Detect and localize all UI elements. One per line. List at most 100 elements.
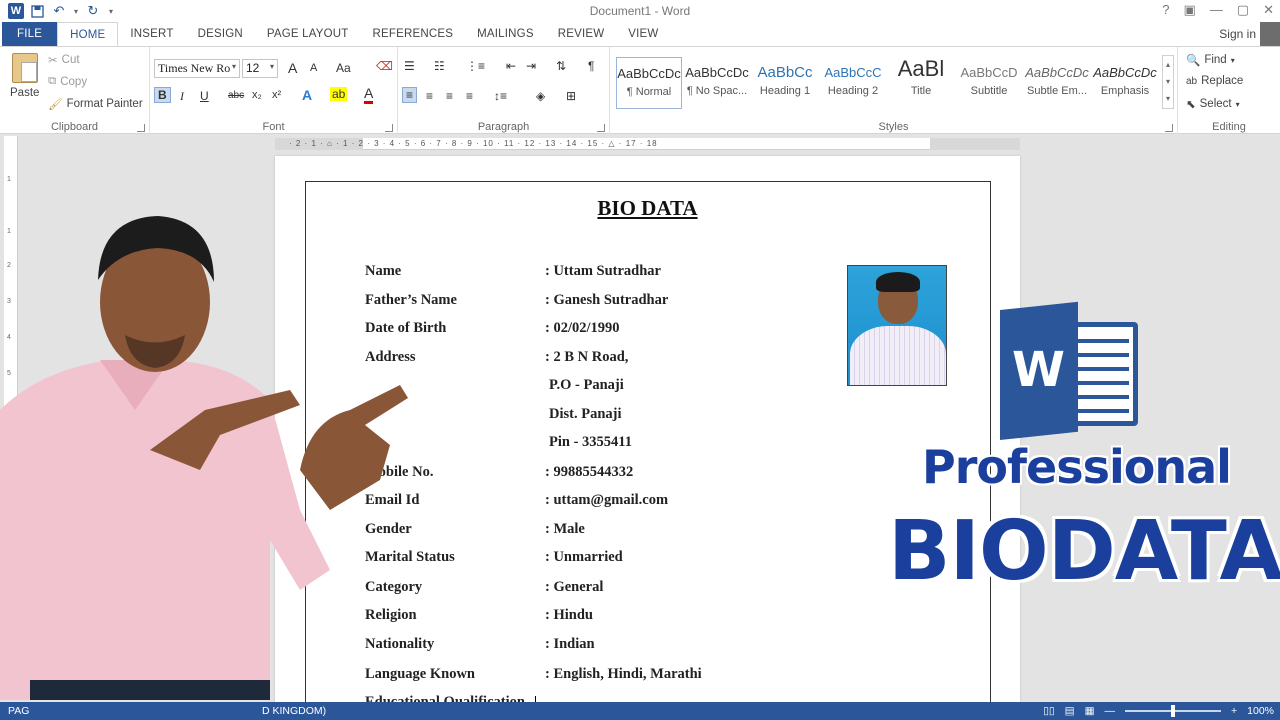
style-no-spacing[interactable]: AaBbCcDc ¶ No Spac... — [684, 57, 750, 109]
line-spacing-icon[interactable]: ↕≡ — [494, 89, 507, 103]
tab-mailings[interactable]: MAILINGS — [465, 22, 546, 46]
styles-scroll[interactable]: ▴ ▾ ▾ — [1162, 55, 1174, 109]
tab-view[interactable]: VIEW — [616, 22, 670, 46]
font-size-select[interactable]: 12 ▾ — [242, 59, 278, 78]
save-icon[interactable] — [28, 3, 46, 19]
text-effects-icon[interactable]: A — [302, 87, 312, 103]
style-title[interactable]: AaBl Title — [888, 57, 954, 109]
print-layout-icon[interactable]: ▤ — [1065, 705, 1075, 717]
page-indicator[interactable]: PAG — [8, 705, 29, 717]
style-heading-1[interactable]: AaBbCc Heading 1 — [752, 57, 818, 109]
sign-in-link[interactable]: Sign in — [1219, 27, 1256, 41]
copy-button[interactable]: ⧉ Copy — [48, 75, 87, 88]
brush-icon: 🖌 — [48, 99, 63, 111]
font-color-button[interactable]: A — [364, 85, 374, 104]
scissors-icon: ✂ — [48, 55, 58, 67]
font-name-select[interactable]: Times New Ro ▾ — [154, 59, 240, 78]
minimize-icon[interactable]: — — [1210, 2, 1223, 18]
clipboard-launcher-icon[interactable] — [137, 124, 145, 132]
ribbon-display-icon[interactable]: ▣ — [1184, 2, 1196, 18]
numbering-icon[interactable]: ☷ — [434, 59, 445, 73]
subscript-button[interactable]: x₂ — [252, 89, 262, 101]
style-subtitle[interactable]: AaBbCcD Subtitle — [956, 57, 1022, 109]
style-heading-2[interactable]: AaBbCcC Heading 2 — [820, 57, 886, 109]
zoom-slider[interactable] — [1125, 705, 1221, 717]
field-value: : Indian — [545, 636, 595, 652]
show-marks-icon[interactable]: ¶ — [588, 59, 594, 73]
strikethrough-button[interactable]: abc — [228, 90, 244, 101]
undo-dropdown-icon[interactable]: ▾ — [72, 3, 80, 19]
tab-home[interactable]: HOME — [57, 22, 119, 46]
field-value: : Male — [545, 521, 585, 537]
paragraph-launcher-icon[interactable] — [597, 124, 605, 132]
replace-button[interactable]: ab Replace — [1186, 75, 1243, 87]
italic-button[interactable]: I — [180, 89, 184, 104]
zoom-level[interactable]: 100% — [1247, 705, 1274, 717]
underline-button[interactable]: U — [200, 89, 209, 103]
zoom-out-icon[interactable]: — — [1105, 705, 1116, 717]
window-title: Document1 - Word — [589, 4, 691, 18]
paste-button[interactable]: Paste — [10, 87, 39, 99]
style-subtle-emphasis[interactable]: AaBbCcDc Subtle Em... — [1024, 57, 1090, 109]
belt-shape — [30, 680, 270, 700]
tab-file[interactable]: FILE — [2, 22, 58, 46]
tab-review[interactable]: REVIEW — [546, 22, 617, 46]
tab-page-layout[interactable]: PAGE LAYOUT — [255, 22, 361, 46]
shading-icon[interactable]: ◈ — [536, 89, 545, 103]
close-icon[interactable]: ✕ — [1263, 2, 1274, 18]
horizontal-ruler: · 2 · 1 · ⌂ · 1 · 2 · 3 · 4 · 5 · 6 · 7 … — [275, 138, 1020, 150]
align-right-icon[interactable]: ≡ — [446, 89, 453, 103]
web-layout-icon[interactable]: ▦ — [1085, 705, 1095, 717]
maximize-icon[interactable]: ▢ — [1237, 2, 1249, 18]
help-icon[interactable]: ? — [1162, 2, 1169, 18]
account-avatar[interactable] — [1260, 22, 1280, 46]
align-left-icon[interactable]: ≡ — [402, 87, 418, 103]
paste-icon[interactable] — [12, 53, 38, 83]
bold-button[interactable]: B — [154, 87, 171, 103]
bullets-icon[interactable]: ☰ — [404, 59, 415, 73]
cut-button[interactable]: ✂ Cut — [48, 53, 80, 67]
shrink-font-button[interactable]: A — [310, 62, 317, 74]
undo-icon[interactable]: ↶ — [50, 3, 68, 19]
language-indicator[interactable]: D KINGDOM) — [262, 705, 326, 717]
copy-label: Copy — [60, 75, 88, 88]
read-mode-icon[interactable]: ▯▯ — [1043, 705, 1055, 717]
grow-font-button[interactable]: A — [288, 60, 297, 76]
word-app-icon[interactable]: W — [8, 3, 24, 19]
photo-shirt — [850, 326, 946, 385]
increase-indent-icon[interactable]: ⇥ — [526, 59, 536, 73]
multilevel-list-icon[interactable]: ⋮≡ — [466, 59, 485, 73]
style-emphasis[interactable]: AaBbCcDc Emphasis — [1092, 57, 1158, 109]
font-size-dropdown-icon: ▾ — [269, 62, 274, 71]
field-value: : Ganesh Sutradhar — [545, 292, 669, 308]
font-size-value: 12 — [246, 61, 260, 75]
format-painter-button[interactable]: 🖌 Format Painter — [48, 97, 143, 111]
tab-insert[interactable]: INSERT — [118, 22, 185, 46]
style-name: Heading 1 — [759, 85, 811, 97]
field-value: P.O - Panaji — [549, 377, 624, 393]
tab-design[interactable]: DESIGN — [186, 22, 255, 46]
zoom-slider-knob[interactable] — [1171, 705, 1175, 717]
select-button[interactable]: ⬉ Select ▾ — [1186, 97, 1240, 111]
find-button[interactable]: 🔍 Find ▾ — [1186, 53, 1235, 67]
font-launcher-icon[interactable] — [385, 124, 393, 132]
customize-qat-icon[interactable]: ▾ — [106, 3, 116, 19]
change-case-button[interactable]: Aa — [336, 61, 351, 75]
redo-icon[interactable]: ↻ — [84, 3, 102, 19]
format-painter-label: Format Painter — [66, 98, 143, 110]
field-value: : 2 B N Road, — [545, 349, 629, 365]
decrease-indent-icon[interactable]: ⇤ — [506, 59, 516, 73]
superscript-button[interactable]: x² — [272, 89, 281, 101]
sort-icon[interactable]: ⇅ — [556, 59, 566, 73]
style-normal[interactable]: AaBbCcDc ¶ Normal — [616, 57, 682, 109]
tab-references[interactable]: REFERENCES — [361, 22, 466, 46]
clear-formatting-icon[interactable]: ⌫ — [376, 59, 393, 73]
binoculars-icon: 🔍 — [1186, 55, 1201, 67]
borders-icon[interactable]: ⊞ — [566, 89, 576, 103]
highlight-icon[interactable]: ab — [330, 87, 348, 101]
styles-launcher-icon[interactable] — [1165, 124, 1173, 132]
zoom-in-icon[interactable]: + — [1231, 705, 1237, 717]
ribbon-tabs: FILE HOME INSERT DESIGN PAGE LAYOUT REFE… — [0, 22, 1280, 46]
align-center-icon[interactable]: ≡ — [426, 89, 433, 103]
justify-icon[interactable]: ≡ — [466, 89, 473, 103]
